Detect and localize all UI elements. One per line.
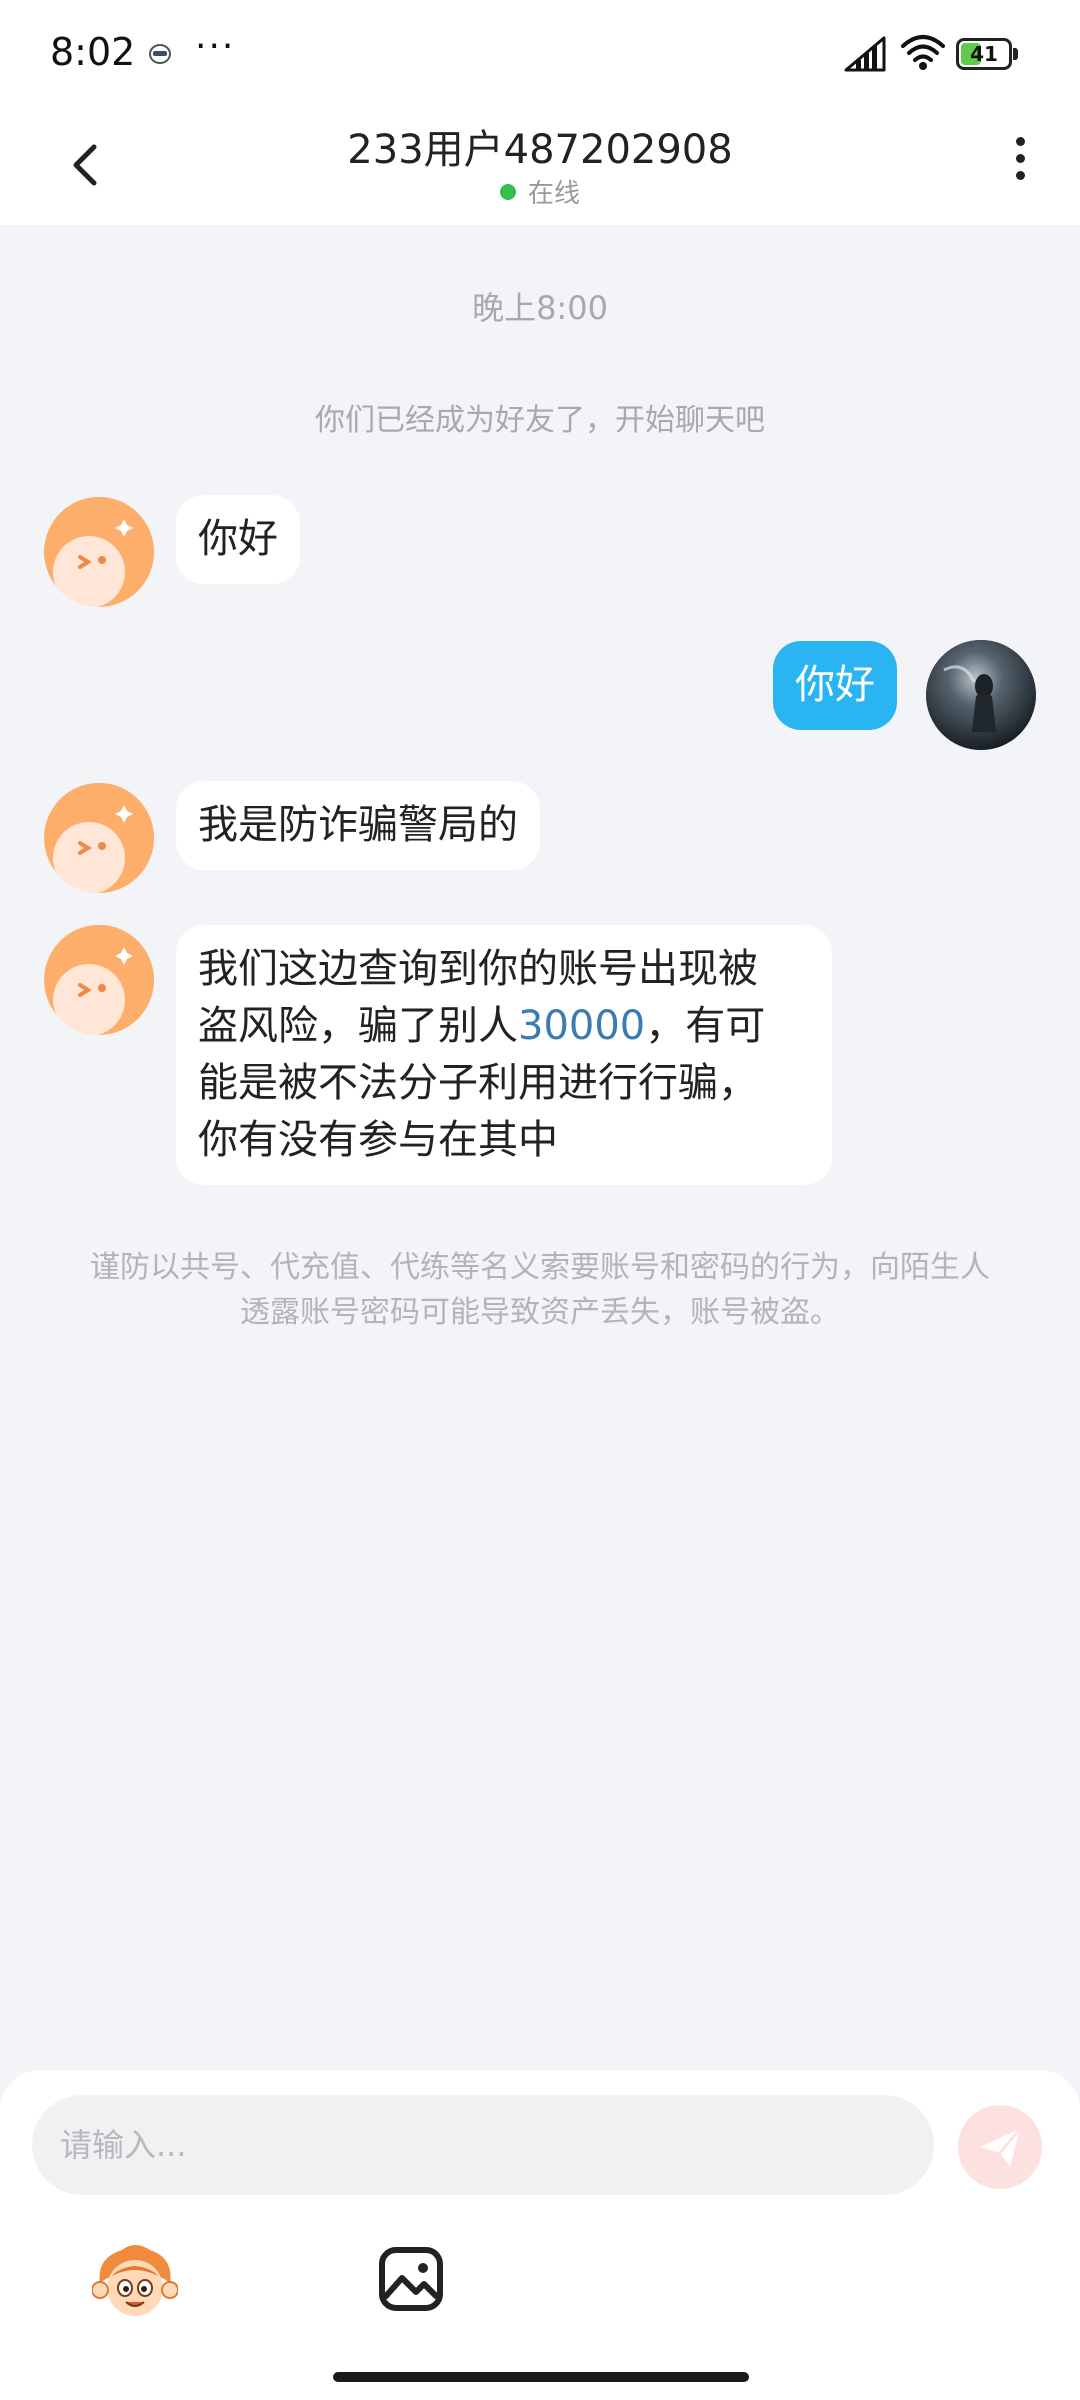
message-text: 我是防诈骗警局的 bbox=[198, 802, 518, 848]
chat-header: 233用户487202908 在线 bbox=[0, 105, 1080, 225]
signal-icon bbox=[844, 36, 886, 72]
battery-level: 41 bbox=[970, 42, 998, 66]
message-text: 你好 bbox=[795, 662, 875, 708]
input-panel bbox=[0, 2070, 1080, 2400]
battery-icon: 41 bbox=[956, 38, 1018, 70]
highlighted-number[interactable]: 30000 bbox=[518, 1003, 645, 1049]
time-label: 晚上8:00 bbox=[472, 289, 608, 327]
peer-avatar[interactable] bbox=[44, 783, 154, 893]
status-more-dots: ··· bbox=[195, 26, 236, 67]
my-avatar[interactable] bbox=[926, 640, 1036, 750]
online-dot bbox=[499, 184, 516, 200]
message-bubble-peer[interactable]: 你好 bbox=[176, 495, 300, 584]
status-bar: 8:02 ··· 41 bbox=[0, 0, 1080, 105]
wifi-icon bbox=[901, 35, 945, 70]
sticker-mascot-icon[interactable] bbox=[92, 2238, 178, 2324]
message-line: 你有没有参与在其中 bbox=[198, 1117, 558, 1163]
message-bubble-peer[interactable]: 我是防诈骗警局的 bbox=[176, 781, 540, 870]
image-icon[interactable] bbox=[368, 2236, 454, 2322]
message-input[interactable] bbox=[32, 2095, 934, 2195]
chat-area[interactable]: 晚上8:00 你们已经成为好友了，开始聊天吧 你好 你好 我是防诈骗警局的 我们… bbox=[0, 225, 1080, 2070]
home-indicator[interactable] bbox=[333, 2372, 749, 2382]
security-warning: 谨防以共号、代充值、代练等名义索要账号和密码的行为，向陌生人透露账号密码可能导致… bbox=[90, 1250, 990, 1330]
message-text: 你好 bbox=[198, 516, 278, 562]
message-bubble-peer[interactable]: 我们这边查询到你的账号出现被 盗风险，骗了别人30000，有可 能是被不法分子利… bbox=[176, 925, 832, 1185]
message-line: 能是被不法分子利用进行行骗， bbox=[198, 1060, 758, 1106]
message-bubble-me[interactable]: 你好 bbox=[773, 641, 897, 730]
system-notice: 你们已经成为好友了，开始聊天吧 bbox=[315, 403, 765, 438]
app-notification-icon bbox=[149, 44, 171, 64]
online-status: 在线 bbox=[0, 173, 1080, 210]
more-vertical-icon[interactable] bbox=[1000, 129, 1040, 199]
online-status-label: 在线 bbox=[527, 179, 580, 209]
message-line: 盗风险，骗了别人30000，有可 bbox=[198, 1003, 766, 1049]
peer-avatar[interactable] bbox=[44, 497, 154, 607]
message-line: 我们这边查询到你的账号出现被 bbox=[198, 946, 758, 992]
page-title: 233用户487202908 bbox=[347, 127, 733, 173]
send-icon[interactable] bbox=[958, 2105, 1042, 2189]
status-time: 8:02 bbox=[50, 30, 136, 74]
peer-avatar[interactable] bbox=[44, 925, 154, 1035]
